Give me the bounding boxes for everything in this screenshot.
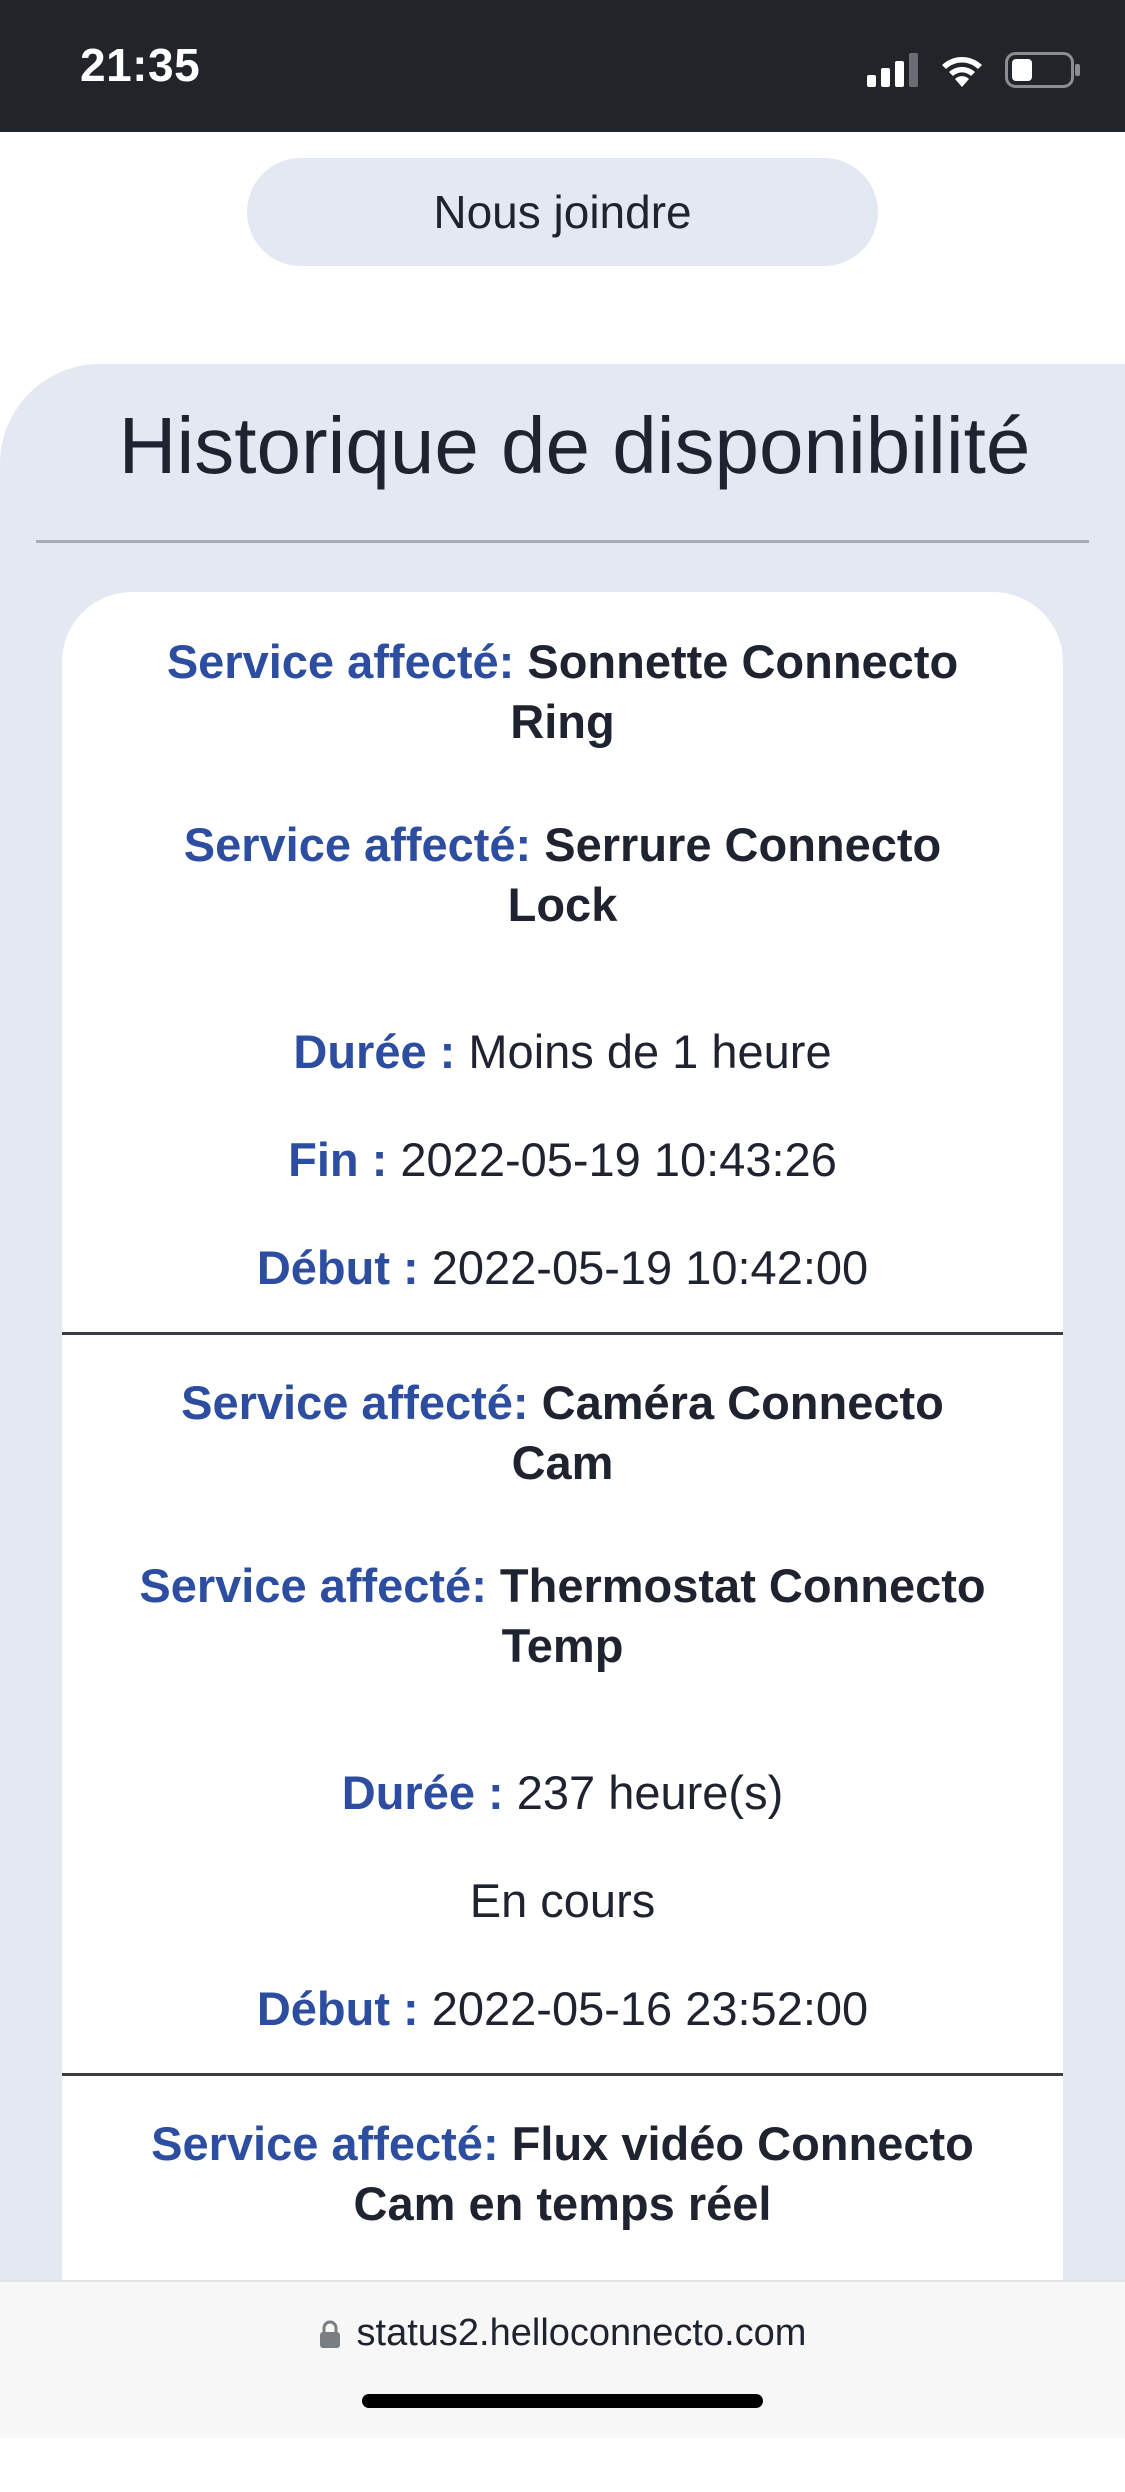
incident-card: Service affecté: Sonnette Connecto Ring … xyxy=(62,592,1063,2492)
duration-value: 237 heure(s) xyxy=(516,1766,784,1819)
duration-value: Moins de 1 heure xyxy=(468,1025,832,1078)
url-display[interactable]: status2.helloconnecto.com xyxy=(0,2312,1125,2355)
status-bar: 21:35 xyxy=(0,0,1125,132)
lock-icon xyxy=(319,2320,340,2348)
incident-item: Service affecté: Caméra Connecto Cam Ser… xyxy=(62,1373,1063,2039)
battery-icon xyxy=(1005,52,1080,88)
affected-service: Service affecté: Sonnette Connecto Ring xyxy=(62,632,1063,752)
affected-service-label: Service affecté: xyxy=(181,1376,529,1429)
home-indicator[interactable] xyxy=(362,2394,763,2408)
start-line: Début : 2022-05-16 23:52:00 xyxy=(62,1979,1063,2039)
contact-button-label: Nous joindre xyxy=(433,186,692,238)
url-text: status2.helloconnecto.com xyxy=(356,2312,807,2354)
start-label: Début : xyxy=(256,1982,419,2035)
title-divider xyxy=(36,540,1089,543)
incident-item: Service affecté: Flux vidéo Connecto Cam… xyxy=(62,2114,1063,2234)
affected-service-name: Sonnette Connecto Ring xyxy=(510,635,959,748)
history-title: Historique de disponibilité xyxy=(118,401,1031,490)
duration-line: Durée : Moins de 1 heure xyxy=(62,1022,1063,1082)
status-time: 21:35 xyxy=(80,39,201,91)
status-icons xyxy=(867,50,1081,90)
history-panel: Historique de disponibilité Service affe… xyxy=(0,364,1125,2492)
duration-label: Durée : xyxy=(341,1766,504,1819)
end-value: 2022-05-19 10:43:26 xyxy=(400,1133,837,1186)
end-label: Fin : xyxy=(288,1133,388,1186)
start-line: Début : 2022-05-19 10:42:00 xyxy=(62,1238,1063,1298)
affected-service: Service affecté: Caméra Connecto Cam xyxy=(62,1373,1063,1493)
browser-url-bar[interactable]: status2.helloconnecto.com xyxy=(0,2280,1125,2438)
affected-service-label: Service affecté: xyxy=(139,1559,487,1612)
affected-service: Service affecté: Serrure Connecto Lock xyxy=(62,815,1063,935)
incident-divider xyxy=(62,2073,1063,2076)
start-value: 2022-05-19 10:42:00 xyxy=(431,1241,869,1294)
signal-icon xyxy=(867,53,918,87)
affected-service: Service affecté: Thermostat Connecto Tem… xyxy=(62,1556,1063,1676)
start-label: Début : xyxy=(256,1241,419,1294)
affected-service-label: Service affecté: xyxy=(151,2117,499,2170)
wifi-icon xyxy=(942,57,982,87)
affected-service-label: Service affecté: xyxy=(166,635,515,688)
duration-line: Durée : 237 heure(s) xyxy=(62,1763,1063,1823)
affected-service: Service affecté: Flux vidéo Connecto Cam… xyxy=(62,2114,1063,2234)
affected-service-name: Serrure Connecto Lock xyxy=(507,818,942,931)
contact-button[interactable]: Nous joindre xyxy=(247,158,878,266)
affected-service-name: Caméra Connecto Cam xyxy=(511,1376,944,1489)
duration-label: Durée : xyxy=(293,1025,456,1078)
status-line: En cours xyxy=(469,1874,656,1927)
end-line: Fin : 2022-05-19 10:43:26 xyxy=(62,1130,1063,1190)
start-value: 2022-05-16 23:52:00 xyxy=(431,1982,869,2035)
affected-service-label: Service affecté: xyxy=(183,818,532,871)
affected-service-name: Thermostat Connecto Temp xyxy=(499,1559,986,1672)
incident-divider xyxy=(62,1332,1063,1335)
incident-item: Service affecté: Sonnette Connecto Ring … xyxy=(62,632,1063,1298)
